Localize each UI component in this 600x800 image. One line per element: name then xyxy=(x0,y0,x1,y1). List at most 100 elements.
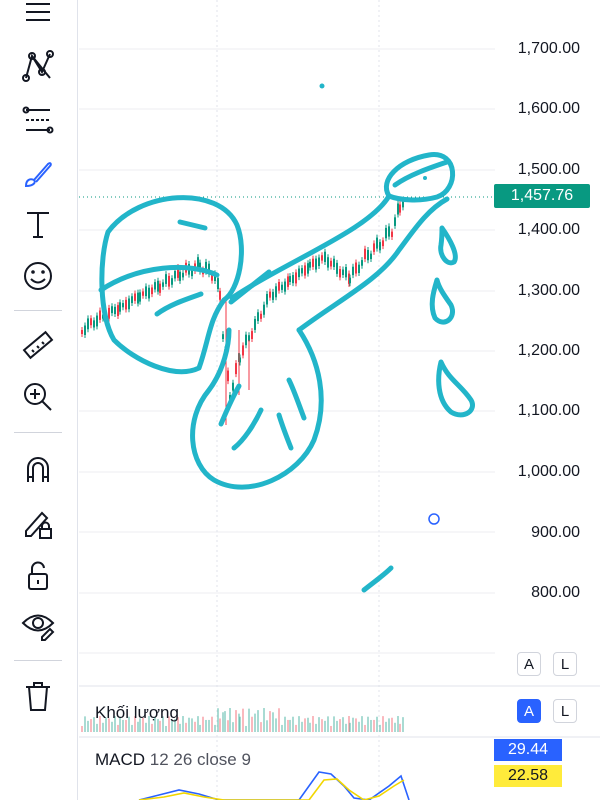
candle-body xyxy=(111,306,113,314)
pattern-icon xyxy=(22,50,54,82)
candle-body xyxy=(339,269,341,278)
auto-scale-button[interactable]: A xyxy=(517,652,541,676)
lock-button[interactable] xyxy=(14,556,62,596)
drawing-handle[interactable] xyxy=(428,513,440,525)
candle-body xyxy=(275,286,277,298)
candle-body xyxy=(128,298,130,310)
candle-body xyxy=(90,318,92,326)
candle-body xyxy=(391,231,393,237)
ruler-tool-button[interactable] xyxy=(14,326,62,366)
volume-bar xyxy=(333,716,335,732)
volume-bar xyxy=(289,719,291,732)
emoji-tool-button[interactable] xyxy=(14,256,62,296)
candle-body xyxy=(266,293,268,305)
volume-bar xyxy=(254,713,256,732)
volume-bar xyxy=(376,716,378,732)
candle-body xyxy=(245,334,247,346)
candle-body xyxy=(134,293,136,301)
volume-bar xyxy=(219,718,221,732)
candle-body xyxy=(263,304,265,315)
fib-tool-button[interactable] xyxy=(14,100,62,140)
volume-bar xyxy=(355,718,357,732)
volume-bar xyxy=(214,724,216,732)
volume-bar xyxy=(301,721,303,732)
volume-bar xyxy=(208,719,210,732)
volume-bar xyxy=(281,724,283,732)
candle-body xyxy=(251,331,253,339)
volume-bar xyxy=(278,708,280,732)
candle-body xyxy=(330,260,332,267)
volume-bar xyxy=(137,721,139,732)
chart-canvas[interactable] xyxy=(79,0,600,800)
volume-bar xyxy=(165,725,167,732)
lock-icon xyxy=(28,561,48,590)
emoji-icon xyxy=(24,262,52,290)
toolbar-divider xyxy=(14,310,62,311)
volume-bar xyxy=(324,720,326,732)
candle-body xyxy=(388,226,390,237)
price-axis-label: 800.00 xyxy=(531,584,580,601)
brush-tool-button[interactable] xyxy=(14,154,62,194)
price-axis-label: 1,400.00 xyxy=(517,221,580,238)
volume-bar xyxy=(397,716,399,732)
candle-body xyxy=(307,263,309,274)
volume-log-scale-button[interactable]: L xyxy=(553,699,577,723)
text-tool-button[interactable] xyxy=(14,204,62,244)
lines-tool-button[interactable] xyxy=(14,0,62,36)
volume-bar xyxy=(248,708,250,732)
chart-area[interactable]: 1,700.00 1,600.00 1,500.00 1,400.00 1,30… xyxy=(79,0,600,800)
volume-bar xyxy=(367,716,369,732)
delete-drawings-button[interactable] xyxy=(14,676,62,716)
brush-icon xyxy=(24,162,52,188)
volume-bar xyxy=(117,724,119,732)
volume-bar xyxy=(352,717,354,732)
candle-body xyxy=(284,281,286,292)
zoom-in-tool-button[interactable] xyxy=(14,377,62,417)
toolbar-divider xyxy=(14,660,62,661)
candle-body xyxy=(315,258,317,270)
candle-body xyxy=(295,272,297,284)
volume-bar xyxy=(191,718,193,732)
volume-bar xyxy=(321,719,323,732)
candle-body xyxy=(304,265,306,276)
volume-bar xyxy=(373,719,375,732)
volume-bar xyxy=(222,712,224,732)
candle-body xyxy=(222,334,224,339)
volume-bar xyxy=(211,716,213,732)
price-axis-label: 1,500.00 xyxy=(517,161,580,178)
volume-auto-scale-button[interactable]: A xyxy=(517,699,541,723)
candle-body xyxy=(269,291,271,298)
volume-bar xyxy=(257,710,259,732)
volume-bar xyxy=(399,723,401,732)
drawing-dot xyxy=(423,176,427,180)
volume-bar xyxy=(227,720,229,732)
candle-body xyxy=(349,277,351,284)
log-scale-button[interactable]: L xyxy=(553,652,577,676)
lock-drawings-button[interactable] xyxy=(14,503,62,543)
candle-body xyxy=(174,270,176,279)
candle-body xyxy=(318,257,320,267)
candle-body xyxy=(402,201,404,208)
freehand-drawing[interactable] xyxy=(98,152,475,593)
volume-bar xyxy=(131,724,133,732)
volume-bar xyxy=(358,721,360,732)
candle-body xyxy=(272,291,274,300)
volume-bar xyxy=(327,716,329,732)
volume-bar xyxy=(307,717,309,732)
volume-bar xyxy=(111,721,113,732)
drawing-dot xyxy=(319,83,325,89)
candle-body xyxy=(151,287,153,295)
volume-bar xyxy=(364,724,366,732)
candle-body xyxy=(289,276,291,283)
volume-bar xyxy=(202,716,204,732)
pattern-tool-button[interactable] xyxy=(14,46,62,86)
price-axis-label: 1,100.00 xyxy=(517,402,580,419)
magnet-tool-button[interactable] xyxy=(14,450,62,490)
candle-body xyxy=(145,286,147,297)
volume-bar xyxy=(217,708,219,732)
visibility-button[interactable] xyxy=(14,606,62,646)
candle-body xyxy=(312,258,314,267)
volume-bar xyxy=(318,717,320,732)
candle-body xyxy=(260,313,262,319)
candle-body xyxy=(254,318,256,330)
